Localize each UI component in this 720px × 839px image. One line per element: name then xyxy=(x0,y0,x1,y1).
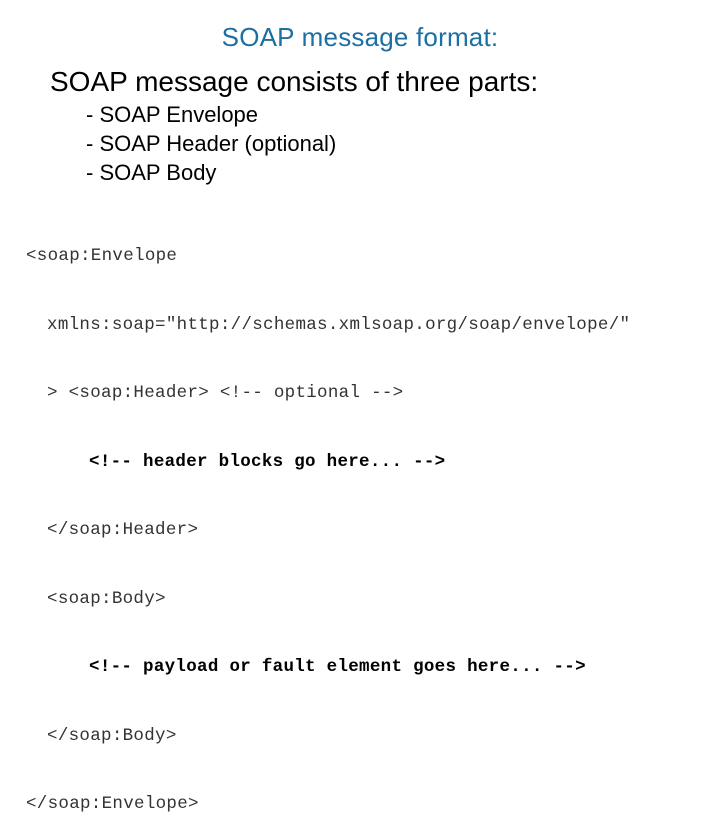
code-text: > <soap:Header> <!-- optional --> xyxy=(47,383,404,403)
code-line: <!-- payload or fault element goes here.… xyxy=(26,653,630,682)
slide-title: SOAP message format: xyxy=(221,22,499,52)
intro-text: SOAP message consists of three parts: xyxy=(50,66,539,97)
code-line: <soap:Envelope xyxy=(26,242,630,271)
part-item-envelope: - SOAP Envelope xyxy=(86,102,259,127)
code-text: <soap:Body> xyxy=(47,588,166,609)
code-text: <soap:Envelope xyxy=(26,246,178,266)
code-line: > <soap:Header> <!-- optional --> xyxy=(26,379,630,408)
code-line: xmlns:soap="http://schemas.xmlsoap.org/s… xyxy=(26,311,630,340)
code-line: <!-- header blocks go here... --> xyxy=(26,448,630,477)
parts-list: - SOAP Envelope - SOAP Header (optional)… xyxy=(86,100,336,187)
code-block: <soap:Envelope xmlns:soap="http://schema… xyxy=(26,202,630,839)
code-line: </soap:Body> xyxy=(26,722,630,751)
code-line: <soap:Body> xyxy=(26,585,630,614)
part-item-header: - SOAP Header (optional) xyxy=(86,131,337,156)
code-text: </soap:Header> xyxy=(47,520,199,540)
code-text: </soap:Envelope> xyxy=(26,794,199,814)
code-text: xmlns:soap="http://schemas.xmlsoap.org/s… xyxy=(47,314,631,335)
code-line: </soap:Header> xyxy=(26,516,630,545)
code-line: </soap:Envelope> xyxy=(26,790,630,819)
part-item-body: - SOAP Body xyxy=(86,160,217,185)
code-comment: <!-- payload or fault element goes here.… xyxy=(89,657,586,677)
code-text: </soap:Body> xyxy=(47,725,177,746)
code-comment: <!-- header blocks go here... --> xyxy=(89,451,446,472)
